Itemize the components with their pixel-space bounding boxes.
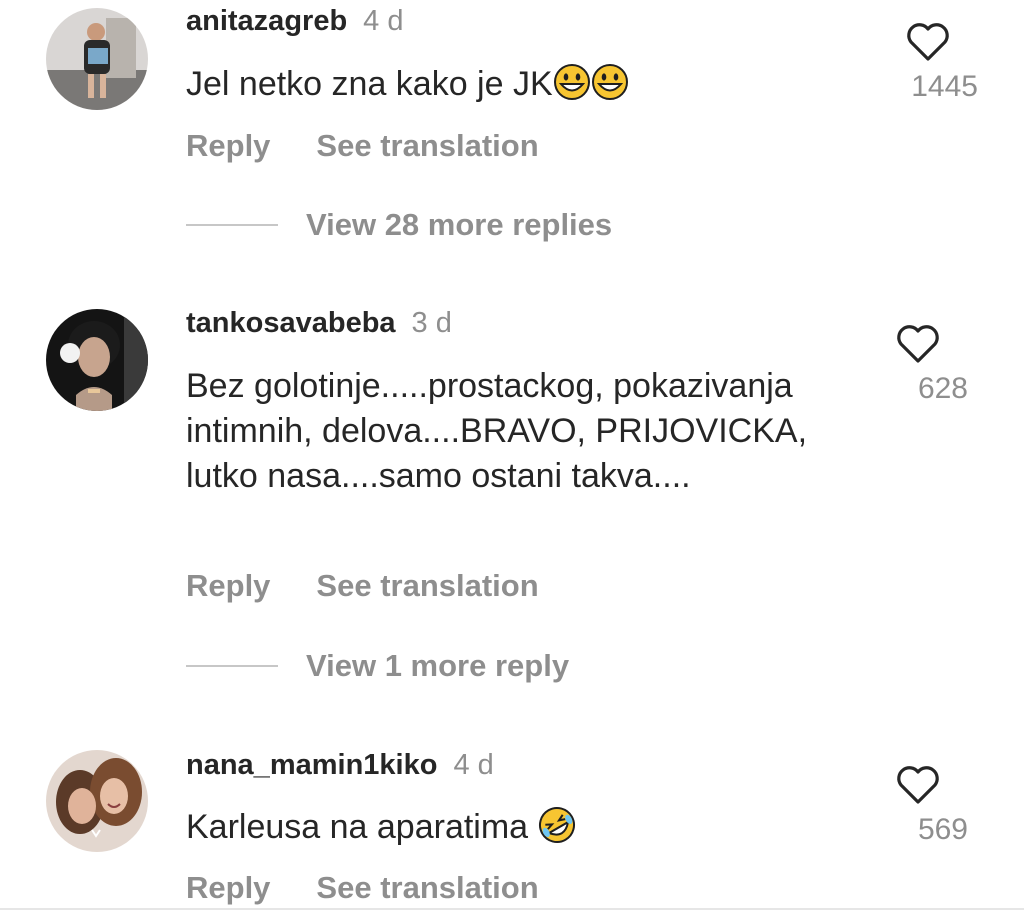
username[interactable]: tankosavabeba xyxy=(186,307,396,339)
view-replies-divider xyxy=(186,665,278,667)
avatar[interactable] xyxy=(46,8,148,110)
see-translation-button[interactable]: See translation xyxy=(316,128,538,164)
like-count: 569 xyxy=(917,813,968,846)
heart-outline-icon[interactable] xyxy=(906,22,950,62)
comment-header: anitazagreb 4 d xyxy=(186,4,404,38)
see-translation-button[interactable]: See translation xyxy=(316,568,538,604)
heart-outline-icon[interactable] xyxy=(896,765,940,805)
comment-text-body: Jel netko zna kako je JK xyxy=(186,65,553,103)
comment-text: Bez golotinje.....prostackog, pokazivanj… xyxy=(186,364,886,499)
comment-actions: Reply See translation xyxy=(186,870,539,906)
username[interactable]: anitazagreb xyxy=(186,5,347,37)
grinning-face-icon xyxy=(591,63,629,101)
avatar-image xyxy=(46,750,148,852)
rolling-on-floor-laughing-icon xyxy=(538,806,576,844)
view-replies-label: View 1 more reply xyxy=(306,648,570,683)
comment-text-body: Karleusa na aparatima xyxy=(186,808,529,846)
timestamp: 3 d xyxy=(411,307,452,339)
avatar-image xyxy=(46,309,148,411)
reply-button[interactable]: Reply xyxy=(186,870,270,906)
username[interactable]: nana_mamin1kiko xyxy=(186,749,437,781)
comment-text: Karleusa na aparatima xyxy=(186,805,886,850)
view-replies-divider xyxy=(186,224,278,226)
view-replies-button[interactable]: View 1 more reply xyxy=(186,648,569,684)
like-count: 1445 xyxy=(911,70,978,103)
like-count: 628 xyxy=(917,372,968,405)
timestamp: 4 d xyxy=(453,749,494,781)
like-control: 569 xyxy=(868,765,968,847)
avatar[interactable] xyxy=(46,750,148,852)
avatar[interactable] xyxy=(46,309,148,411)
avatar-image xyxy=(46,8,148,110)
timestamp: 4 d xyxy=(363,5,404,37)
reply-button[interactable]: Reply xyxy=(186,128,270,164)
view-replies-button[interactable]: View 28 more replies xyxy=(186,207,612,243)
grinning-face-icon xyxy=(553,63,591,101)
see-translation-button[interactable]: See translation xyxy=(316,870,538,906)
like-control: 1445 xyxy=(878,22,978,104)
comment-text-body: Bez golotinje.....prostackog, pokazivanj… xyxy=(186,367,808,495)
comment-text: Jel netko zna kako je JK xyxy=(186,62,886,107)
comment-header: tankosavabeba 3 d xyxy=(186,306,452,340)
reply-button[interactable]: Reply xyxy=(186,568,270,604)
view-replies-label: View 28 more replies xyxy=(306,207,613,242)
like-control: 628 xyxy=(868,324,968,406)
heart-outline-icon[interactable] xyxy=(896,324,940,364)
comment-actions: Reply See translation xyxy=(186,128,539,164)
comment-actions: Reply See translation xyxy=(186,568,539,604)
comment-header: nana_mamin1kiko 4 d xyxy=(186,748,494,782)
